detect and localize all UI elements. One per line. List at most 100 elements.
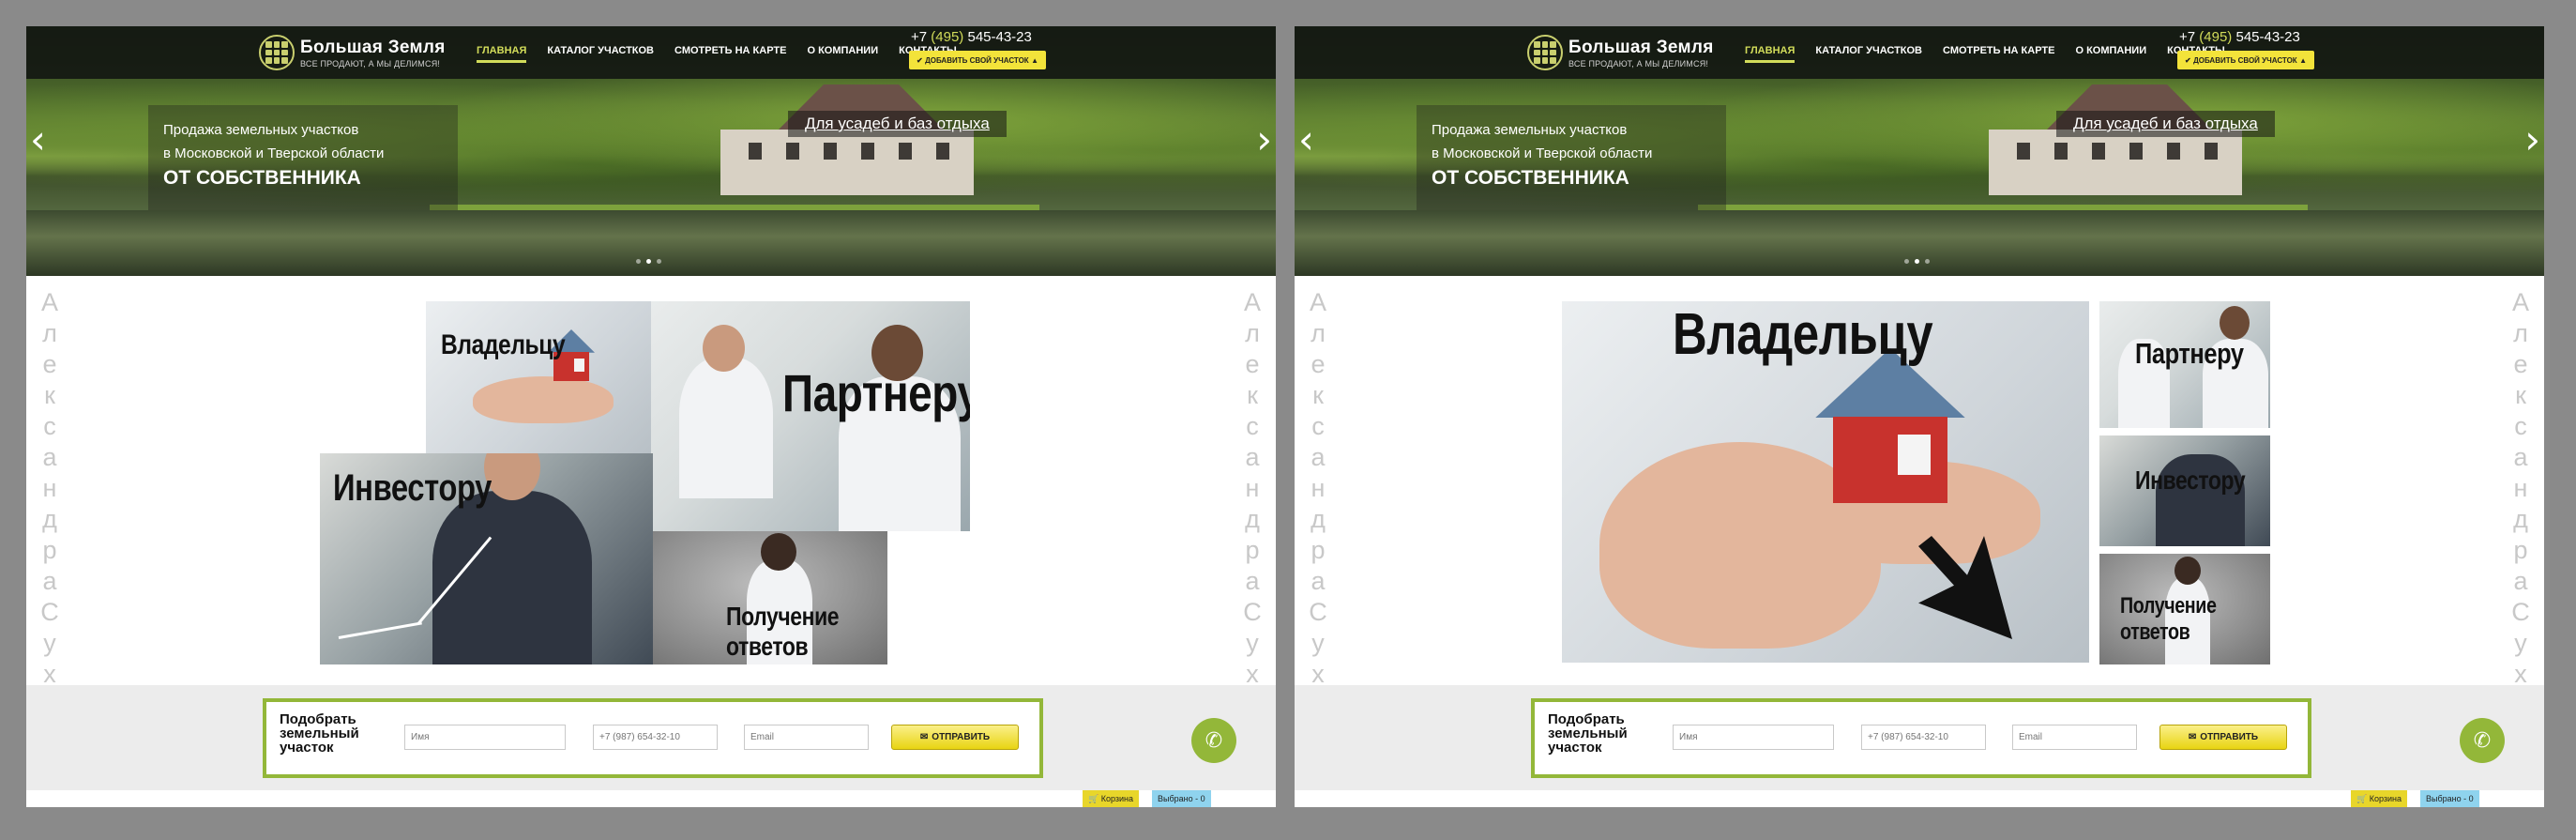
phone-digits: 545-43-23: [2232, 29, 2300, 45]
nav-item-map[interactable]: СМОТРЕТЬ НА КАРТЕ: [1943, 45, 2054, 63]
hero-line-1: Продажа земельных участков: [1432, 122, 1628, 138]
phone-number[interactable]: +7 (495) 545-43-23: [911, 29, 1032, 45]
nav-item-catalog[interactable]: КАТАЛОГ УЧАСТКОВ: [547, 45, 654, 63]
add-plot-label: ДОБАВИТЬ СВОЙ УЧАСТОК: [925, 55, 1029, 65]
logo-slogan: ВСЕ ПРОДАЮТ, А МЫ ДЕЛИМСЯ!: [1568, 58, 1709, 69]
slider-dot[interactable]: [636, 259, 641, 264]
site-header: Большая Земля ВСЕ ПРОДАЮТ, А МЫ ДЕЛИМСЯ!…: [1295, 26, 2544, 79]
logo[interactable]: Большая Земля ВСЕ ПРОДАЮТ, А МЫ ДЕЛИМСЯ!: [1527, 34, 1714, 71]
hero-line-3: ОТ СОБСТВЕННИКА: [163, 167, 361, 189]
slider-dots[interactable]: [1904, 259, 1930, 264]
prev-slide-icon[interactable]: ‹: [30, 116, 46, 162]
logo-name: Большая Земля: [300, 37, 446, 57]
nav-item-home[interactable]: ГЛАВНАЯ: [1745, 45, 1796, 63]
hero-lake: [1295, 210, 2544, 276]
next-slide-icon[interactable]: ›: [1256, 116, 1272, 162]
nav-item-map[interactable]: СМОТРЕТЬ НА КАРТЕ: [674, 45, 786, 63]
add-plot-button[interactable]: ✔ ДОБАВИТЬ СВОЙ УЧАСТОК ▲: [909, 51, 1046, 69]
tile-owner[interactable]: Владельцу: [426, 301, 651, 453]
cart-label: Корзина: [2369, 794, 2402, 803]
tile-answers-label: Получение ответов: [2120, 593, 2217, 645]
add-plot-button[interactable]: ✔ ДОБАВИТЬ СВОЙ УЧАСТОК ▲: [2177, 51, 2314, 69]
name-input[interactable]: [1673, 725, 1834, 750]
cart-icon: 🛒: [1088, 793, 1099, 803]
slider-dot[interactable]: [1904, 259, 1909, 264]
email-input[interactable]: [744, 725, 869, 750]
hero-house-image: [720, 84, 974, 202]
tile-partner-label: Партнеру: [2135, 337, 2244, 370]
nav-item-about[interactable]: О КОМПАНИИ: [807, 45, 878, 63]
phone-code: (495): [931, 29, 964, 45]
send-label: ОТПРАВИТЬ: [2200, 732, 2259, 742]
hero-caption: Продажа земельных участков в Московской …: [148, 105, 458, 210]
cart-label: Корзина: [1100, 794, 1134, 803]
hero-line-2: в Московской и Тверской области: [163, 145, 385, 161]
email-input[interactable]: [2012, 725, 2137, 750]
hero-tag-link[interactable]: Для усадеб и баз отдыха: [788, 111, 1007, 137]
slider-dot[interactable]: [1925, 259, 1930, 264]
tile-partner-label: Партнеру: [782, 363, 970, 422]
hero-line-3: ОТ СОБСТВЕННИКА: [1432, 167, 1629, 189]
tile-investor-label: Инвестору: [333, 467, 492, 509]
hero-line-1: Продажа земельных участков: [163, 122, 359, 138]
nav-item-about[interactable]: О КОМПАНИИ: [2075, 45, 2146, 63]
screenshot-panel-left: Продажа земельных участков в Московской …: [26, 26, 1276, 807]
send-label: ОТПРАВИТЬ: [932, 732, 991, 742]
main-nav: ГЛАВНАЯ КАТАЛОГ УЧАСТКОВ СМОТРЕТЬ НА КАР…: [1745, 45, 2225, 63]
logo-slogan: ВСЕ ПРОДАЮТ, А МЫ ДЕЛИМСЯ!: [300, 58, 441, 69]
tile-answers-label: Получение ответов: [726, 602, 840, 661]
check-icon: ✔: [917, 55, 923, 65]
hero-house-image: [1989, 84, 2242, 202]
nav-item-catalog[interactable]: КАТАЛОГ УЧАСТКОВ: [1815, 45, 1922, 63]
tile-answers[interactable]: Получение ответов: [2099, 554, 2270, 664]
name-input[interactable]: [404, 725, 566, 750]
phone-number[interactable]: +7 (495) 545-43-23: [2179, 29, 2300, 45]
cart-button[interactable]: 🛒 Корзина: [1083, 790, 1140, 807]
phone-digits: 545-43-23: [963, 29, 1032, 45]
logo-icon: [1527, 35, 1563, 70]
send-button[interactable]: ✉ ОТПРАВИТЬ: [2159, 725, 2287, 750]
slider-dot-active[interactable]: [1915, 259, 1919, 264]
screenshot-panel-right: Продажа земельных участков в Московской …: [1295, 26, 2544, 807]
selected-counter[interactable]: Выбрано - 0: [1152, 790, 1211, 807]
slider-dot[interactable]: [657, 259, 661, 264]
logo-name: Большая Земля: [1568, 37, 1714, 57]
tile-owner[interactable]: Владельцу: [1562, 301, 2089, 663]
lead-form: Подобрать земельный участок ✉ОТПРАВИТЬ: [1531, 698, 2311, 778]
phone-call-icon[interactable]: ✆: [2460, 718, 2505, 763]
tile-owner-label: Владельцу: [1673, 302, 1933, 367]
logo[interactable]: Большая Земля ВСЕ ПРОДАЮТ, А МЫ ДЕЛИМСЯ!: [259, 34, 446, 71]
envelope-icon: ✉: [2188, 732, 2197, 742]
next-slide-icon[interactable]: ›: [2524, 116, 2540, 162]
slider-dot-active[interactable]: [646, 259, 651, 264]
phone-input[interactable]: [593, 725, 718, 750]
phone-input[interactable]: [1861, 725, 1986, 750]
send-button[interactable]: ✉ ОТПРАВИТЬ: [891, 725, 1019, 750]
cart-icon: 🛒: [2356, 793, 2368, 803]
add-plot-label: ДОБАВИТЬ СВОЙ УЧАСТОК: [2193, 55, 2297, 65]
slider-dots[interactable]: [636, 259, 661, 264]
tile-owner-label: Владельцу: [441, 329, 566, 360]
hero-tag-link[interactable]: Для усадеб и баз отдыха: [2056, 111, 2275, 137]
phone-call-icon[interactable]: ✆: [1191, 718, 1236, 763]
nav-item-home[interactable]: ГЛАВНАЯ: [477, 45, 527, 63]
tile-answers[interactable]: Получение ответов: [653, 531, 887, 664]
user-icon: ▲: [1031, 55, 1038, 65]
phone-prefix: +7: [2179, 29, 2200, 45]
envelope-icon: ✉: [919, 732, 929, 742]
prev-slide-icon[interactable]: ‹: [1298, 116, 1314, 162]
tile-investor[interactable]: Инвестору: [2099, 435, 2270, 546]
tile-partner[interactable]: Партнеру: [2099, 301, 2270, 428]
cart-button[interactable]: 🛒 Корзина: [2351, 790, 2408, 807]
hero-line-2: в Московской и Тверской области: [1432, 145, 1653, 161]
tile-partner[interactable]: Партнеру: [651, 301, 970, 531]
tile-investor[interactable]: Инвестору: [320, 453, 653, 664]
user-icon: ▲: [2299, 55, 2307, 65]
logo-icon: [259, 35, 295, 70]
hero-caption: Продажа земельных участков в Московской …: [1417, 105, 1726, 210]
tile-investor-label: Инвестору: [2135, 466, 2246, 495]
phone-code: (495): [2199, 29, 2233, 45]
selected-counter[interactable]: Выбрано - 0: [2420, 790, 2479, 807]
lead-form: Подобрать земельный участок ✉ОТПРАВИТЬ: [263, 698, 1043, 778]
site-header: Большая Земля ВСЕ ПРОДАЮТ, А МЫ ДЕЛИМСЯ!…: [26, 26, 1276, 79]
